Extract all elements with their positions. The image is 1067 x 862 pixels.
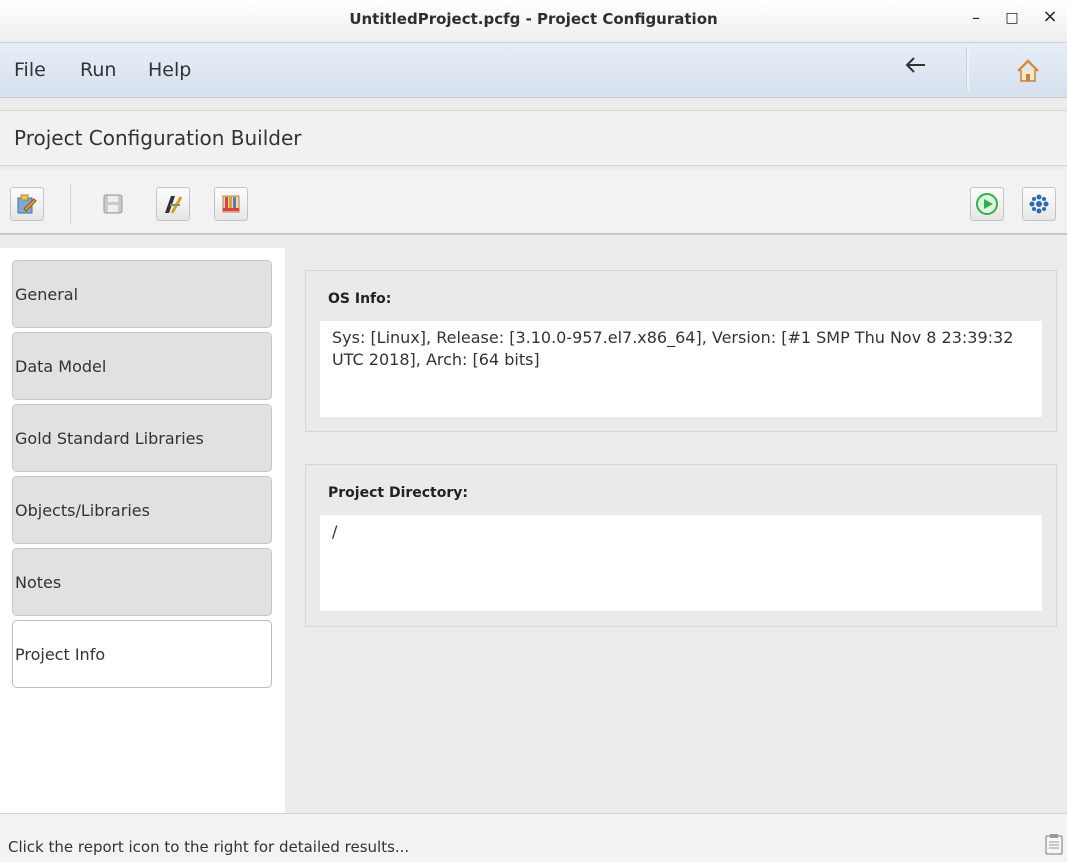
project-directory-label: Project Directory: xyxy=(328,485,468,501)
settings-button[interactable] xyxy=(1022,187,1056,221)
menu-separator xyxy=(966,47,969,91)
menu-file[interactable]: File xyxy=(14,59,46,81)
tab-project-info[interactable]: Project Info xyxy=(12,620,272,688)
status-text: Click the report icon to the right for d… xyxy=(8,838,410,856)
window-title: UntitledProject.pcfg - Project Configura… xyxy=(349,10,718,28)
edit-tool-button[interactable] xyxy=(156,187,190,221)
library-icon xyxy=(222,195,240,213)
os-info-panel: OS Info: Sys: [Linux], Release: [3.10.0-… xyxy=(305,270,1057,432)
arrow-left-icon xyxy=(905,57,925,73)
library-button[interactable] xyxy=(214,187,248,221)
save-icon xyxy=(103,194,123,214)
home-button[interactable] xyxy=(1014,57,1042,85)
report-button[interactable] xyxy=(1045,833,1063,855)
edit-tool-icon xyxy=(165,196,183,214)
tab-notes[interactable]: Notes xyxy=(12,548,272,616)
minimize-button[interactable]: – xyxy=(966,8,986,27)
toolbar xyxy=(0,170,1067,235)
edit-button[interactable] xyxy=(10,187,44,221)
menu-run[interactable]: Run xyxy=(80,59,116,81)
tab-general[interactable]: General xyxy=(12,260,272,328)
status-bar: Click the report icon to the right for d… xyxy=(0,813,1067,862)
page-title: Project Configuration Builder xyxy=(14,126,302,150)
maximize-button[interactable]: □ xyxy=(1002,10,1022,26)
run-icon xyxy=(976,193,998,215)
window-title-bar: UntitledProject.pcfg - Project Configura… xyxy=(0,0,1067,43)
page-header: Project Configuration Builder xyxy=(0,110,1067,166)
close-button[interactable]: × xyxy=(1040,6,1060,27)
settings-icon xyxy=(1029,194,1049,214)
tab-gold-standard-libraries[interactable]: Gold Standard Libraries xyxy=(12,404,272,472)
toolbar-separator xyxy=(70,184,71,224)
home-icon xyxy=(1017,59,1039,82)
save-button[interactable] xyxy=(96,187,130,221)
project-directory-panel: Project Directory: / xyxy=(305,464,1057,627)
main-content: OS Info: Sys: [Linux], Release: [3.10.0-… xyxy=(285,248,1067,813)
report-icon xyxy=(1045,834,1063,855)
os-info-label: OS Info: xyxy=(328,291,392,307)
back-button[interactable] xyxy=(904,53,928,83)
project-directory-value: / xyxy=(320,515,1042,611)
run-button[interactable] xyxy=(970,187,1004,221)
menu-help[interactable]: Help xyxy=(148,59,191,81)
tab-objects-libraries[interactable]: Objects/Libraries xyxy=(12,476,272,544)
menu-bar: File Run Help xyxy=(0,43,1067,98)
sidebar: General Data Model Gold Standard Librari… xyxy=(0,248,285,813)
edit-icon xyxy=(17,194,37,214)
os-info-value: Sys: [Linux], Release: [3.10.0-957.el7.x… xyxy=(320,321,1042,417)
tab-data-model[interactable]: Data Model xyxy=(12,332,272,400)
